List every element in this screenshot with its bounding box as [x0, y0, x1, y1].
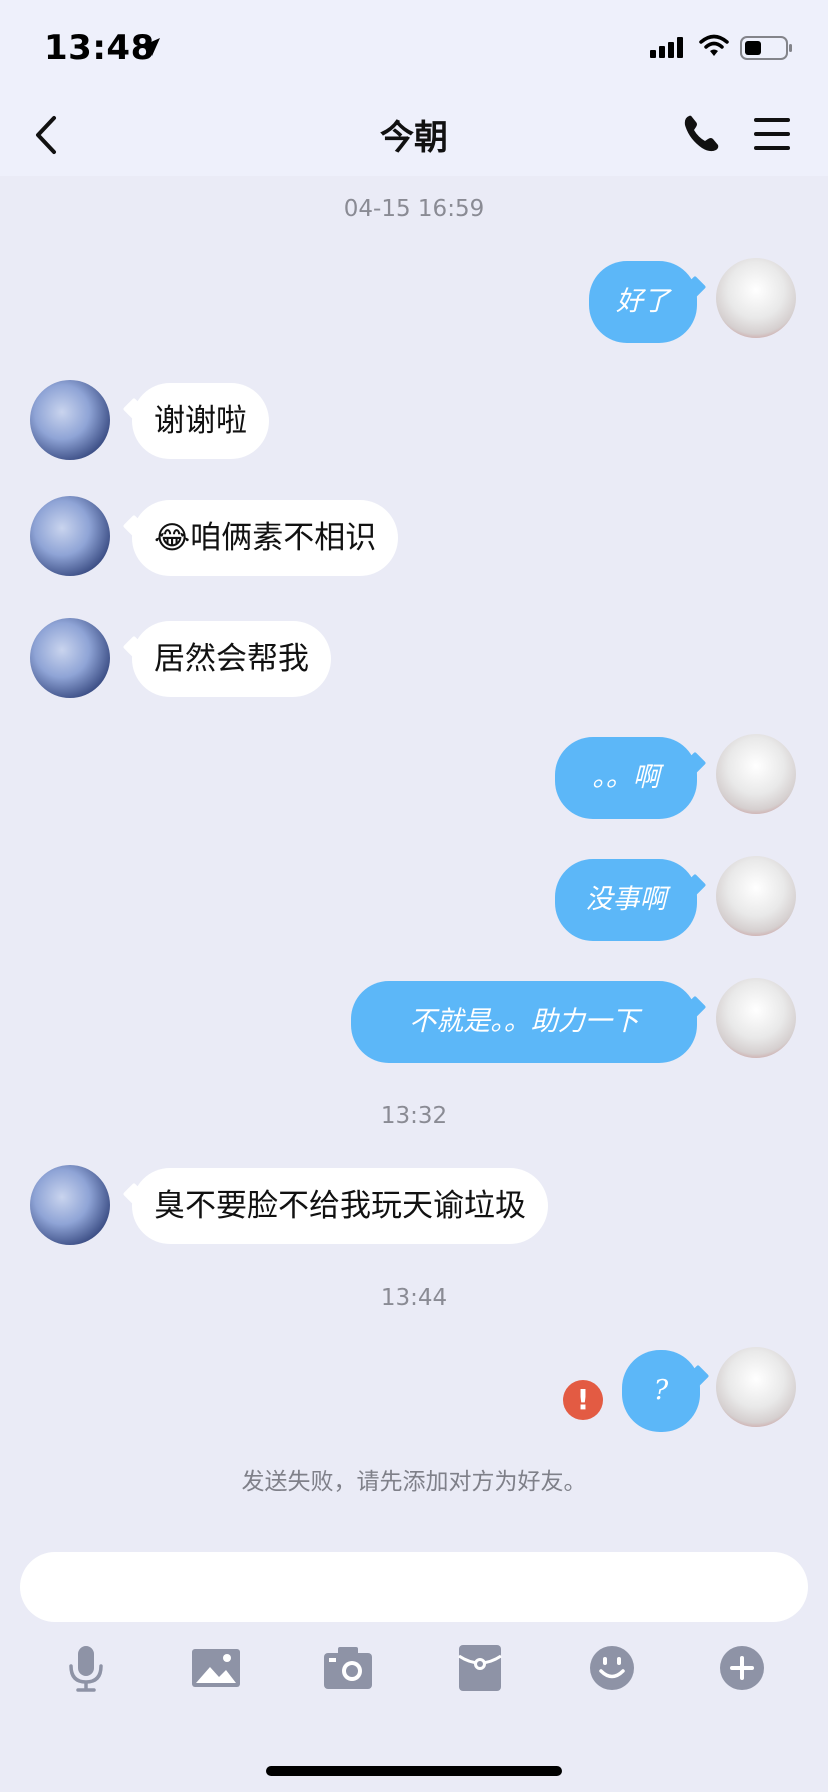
friend-avatar[interactable] — [30, 618, 110, 698]
incoming-message[interactable]: 谢谢啦 — [132, 383, 269, 459]
my-avatar[interactable] — [716, 734, 796, 814]
incoming-message[interactable]: 😂咱俩素不相识 — [132, 500, 399, 576]
outgoing-message[interactable]: ? — [622, 1350, 700, 1432]
incoming-message[interactable]: 居然会帮我 — [132, 621, 331, 697]
friend-avatar[interactable] — [30, 1165, 110, 1245]
my-avatar[interactable] — [716, 1347, 796, 1427]
chat-header: 今朝 — [0, 96, 828, 176]
wifi-icon — [699, 34, 729, 56]
microphone-icon[interactable] — [58, 1640, 114, 1696]
message-input[interactable] — [20, 1552, 808, 1622]
image-icon[interactable] — [188, 1640, 244, 1696]
home-indicator — [266, 1766, 562, 1776]
incoming-message[interactable]: 臭不要脸不给我玩天谕垃圾 — [132, 1168, 548, 1244]
emoji-icon[interactable] — [584, 1640, 640, 1696]
cellular-signal-icon — [650, 37, 683, 58]
friend-avatar[interactable] — [30, 380, 110, 460]
chat-toolbar — [0, 1640, 828, 1710]
status-time: 13:48 — [44, 28, 155, 68]
outgoing-message[interactable]: 不就是。。助力一下 — [351, 981, 697, 1063]
friend-avatar[interactable] — [30, 496, 110, 576]
battery-icon — [740, 36, 792, 60]
camera-icon[interactable] — [320, 1640, 376, 1696]
timestamp: 13:44 — [380, 1285, 448, 1311]
menu-icon[interactable] — [750, 114, 794, 154]
system-notice: 发送失败，请先添加对方为好友。 — [241, 1469, 587, 1495]
my-avatar[interactable] — [716, 258, 796, 338]
timestamp: 13:32 — [380, 1103, 448, 1129]
plus-icon[interactable] — [714, 1640, 770, 1696]
red-packet-icon[interactable] — [452, 1640, 508, 1696]
send-failed-icon[interactable]: ! — [563, 1380, 603, 1420]
my-avatar[interactable] — [716, 978, 796, 1058]
my-avatar[interactable] — [716, 856, 796, 936]
location-arrow-icon — [142, 38, 160, 56]
status-bar: 13:48 — [0, 0, 828, 96]
outgoing-message[interactable]: 好了 — [589, 261, 697, 343]
outgoing-message[interactable]: 。。啊 — [555, 737, 697, 819]
timestamp: 04-15 16:59 — [343, 196, 485, 222]
outgoing-message[interactable]: 没事啊 — [555, 859, 697, 941]
phone-call-icon[interactable] — [680, 112, 724, 156]
